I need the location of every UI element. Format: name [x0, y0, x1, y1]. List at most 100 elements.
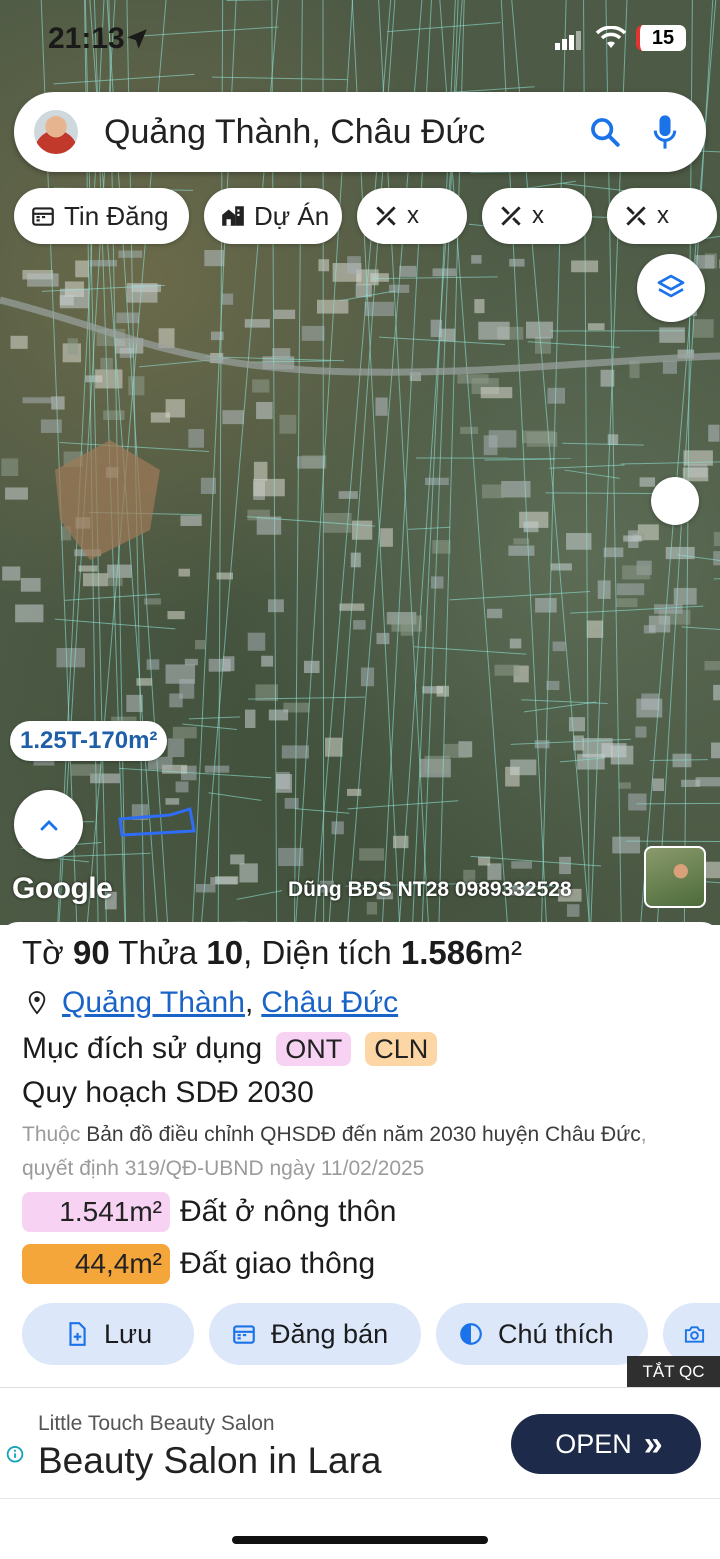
map-roof	[501, 481, 531, 498]
ruler-pencil-icon	[501, 206, 521, 226]
signal-icon	[555, 31, 581, 50]
map-roof	[351, 520, 373, 540]
map-roof	[509, 258, 525, 267]
parcel-boundary	[713, 578, 720, 580]
map-roof	[474, 299, 485, 314]
chip-tool-1[interactable]: x	[357, 188, 467, 244]
camera-add-icon	[684, 1326, 705, 1343]
map-roof	[230, 854, 245, 865]
map-roof	[5, 487, 28, 500]
map-roof	[78, 565, 98, 572]
search-bar[interactable]: Quảng Thành, Châu Đức	[14, 92, 706, 172]
hide-ads-button[interactable]: TẮT QC	[627, 1356, 720, 1387]
avatar[interactable]	[34, 110, 78, 154]
area-value-box: 44,4m²	[22, 1244, 170, 1284]
area-type-label: Đất ở nông thôn	[180, 1195, 397, 1228]
map-roof	[508, 545, 535, 556]
search-input[interactable]: Quảng Thành, Châu Đức	[104, 113, 588, 152]
map-roof	[279, 414, 297, 434]
street-photo-thumbnail[interactable]	[644, 846, 706, 908]
map-roof	[488, 430, 517, 448]
map-roof	[325, 737, 343, 757]
map-roof	[146, 659, 160, 670]
map-roof	[619, 782, 631, 789]
parcel-boundary	[636, 802, 720, 805]
search-icon[interactable]	[588, 115, 622, 149]
post-sale-button[interactable]: Đăng bán	[209, 1303, 421, 1365]
parcel-boundary	[188, 716, 241, 720]
chip-du-an[interactable]: Dự Án	[204, 188, 342, 244]
price-tag[interactable]: 1.25T-170m²	[10, 721, 168, 761]
district-link[interactable]: Châu Đức	[261, 986, 398, 1020]
map-roof	[165, 798, 180, 805]
land-use-badge-cln: CLN	[365, 1032, 438, 1066]
map-roof	[559, 856, 571, 875]
map-roof	[150, 412, 171, 423]
parcel-boundary	[564, 469, 620, 479]
parcel-boundary	[650, 759, 708, 761]
layers-button[interactable]	[637, 254, 705, 322]
plan-source-note: Thuộc Bản đồ điều chỉnh QHSDĐ đến năm 20…	[22, 1118, 702, 1186]
chip-tool-3[interactable]: x	[607, 188, 717, 244]
map-roof	[59, 288, 90, 309]
map-roof	[167, 611, 185, 620]
add-file-icon	[69, 1322, 86, 1346]
map-roof	[550, 563, 572, 571]
map-roof	[713, 531, 720, 547]
map-roof	[316, 299, 349, 314]
ad-banner[interactable]: Little Touch Beauty Salon Beauty Salon i…	[0, 1387, 720, 1499]
map-roof	[659, 327, 685, 343]
calendar-icon	[32, 207, 54, 226]
comma-separator: ,	[244, 986, 254, 1019]
map-slider-handle[interactable]	[651, 477, 699, 525]
map-roof	[603, 547, 624, 558]
map-roof	[244, 319, 270, 328]
map-view[interactable]: 21:13 15 Quảng Thành, Châu Đức Tin Đăng …	[0, 0, 720, 925]
map-roof	[586, 620, 604, 638]
map-roof	[535, 598, 557, 613]
map-roof	[27, 273, 59, 287]
legend-label: Chú thích	[498, 1318, 614, 1349]
save-button[interactable]: Lưu	[22, 1303, 194, 1365]
map-roof	[439, 328, 456, 342]
map-roof	[623, 535, 642, 542]
chip-tool-2[interactable]: x	[482, 188, 592, 244]
map-roof	[256, 402, 273, 420]
selected-parcel-outline[interactable]	[112, 805, 202, 845]
map-roof	[188, 429, 205, 448]
map-roof	[494, 664, 520, 676]
parcel-boundary	[371, 276, 498, 280]
map-roof	[83, 573, 108, 587]
map-roof	[587, 323, 605, 331]
map-roof	[571, 260, 599, 273]
layers-icon	[657, 274, 685, 298]
land-use-badge-ont: ONT	[276, 1032, 352, 1066]
map-roof	[566, 904, 580, 917]
expand-panel-button[interactable]	[14, 790, 83, 859]
microphone-icon[interactable]	[652, 114, 678, 150]
map-roof	[301, 455, 327, 469]
ruler-pencil-icon	[626, 206, 646, 226]
ad-info-icon[interactable]	[4, 1446, 26, 1468]
map-roof	[347, 788, 362, 796]
map-roof	[568, 717, 586, 732]
home-indicator[interactable]	[232, 1536, 488, 1544]
ward-link[interactable]: Quảng Thành	[62, 986, 245, 1020]
chip-label: Dự Án	[254, 200, 330, 231]
map-roof	[692, 319, 714, 338]
map-roof	[22, 397, 53, 404]
map-roof	[15, 604, 44, 623]
map-roof	[430, 576, 444, 589]
map-roof	[180, 515, 202, 526]
map-roof	[616, 583, 645, 596]
legend-button[interactable]: Chú thích	[436, 1303, 648, 1365]
chip-tin-dang[interactable]: Tin Đăng	[14, 188, 189, 244]
status-bar: 21:13 15	[0, 0, 720, 80]
map-roof	[547, 387, 566, 404]
double-chevron-right-icon: »	[643, 1424, 663, 1463]
ad-open-button[interactable]: OPEN »	[511, 1414, 701, 1474]
map-watermark: Dũng BĐS NT28 0989332528	[288, 878, 572, 901]
chevron-up-icon	[40, 819, 57, 830]
map-roof	[67, 338, 78, 355]
area-type-label: Đất giao thông	[180, 1247, 376, 1280]
